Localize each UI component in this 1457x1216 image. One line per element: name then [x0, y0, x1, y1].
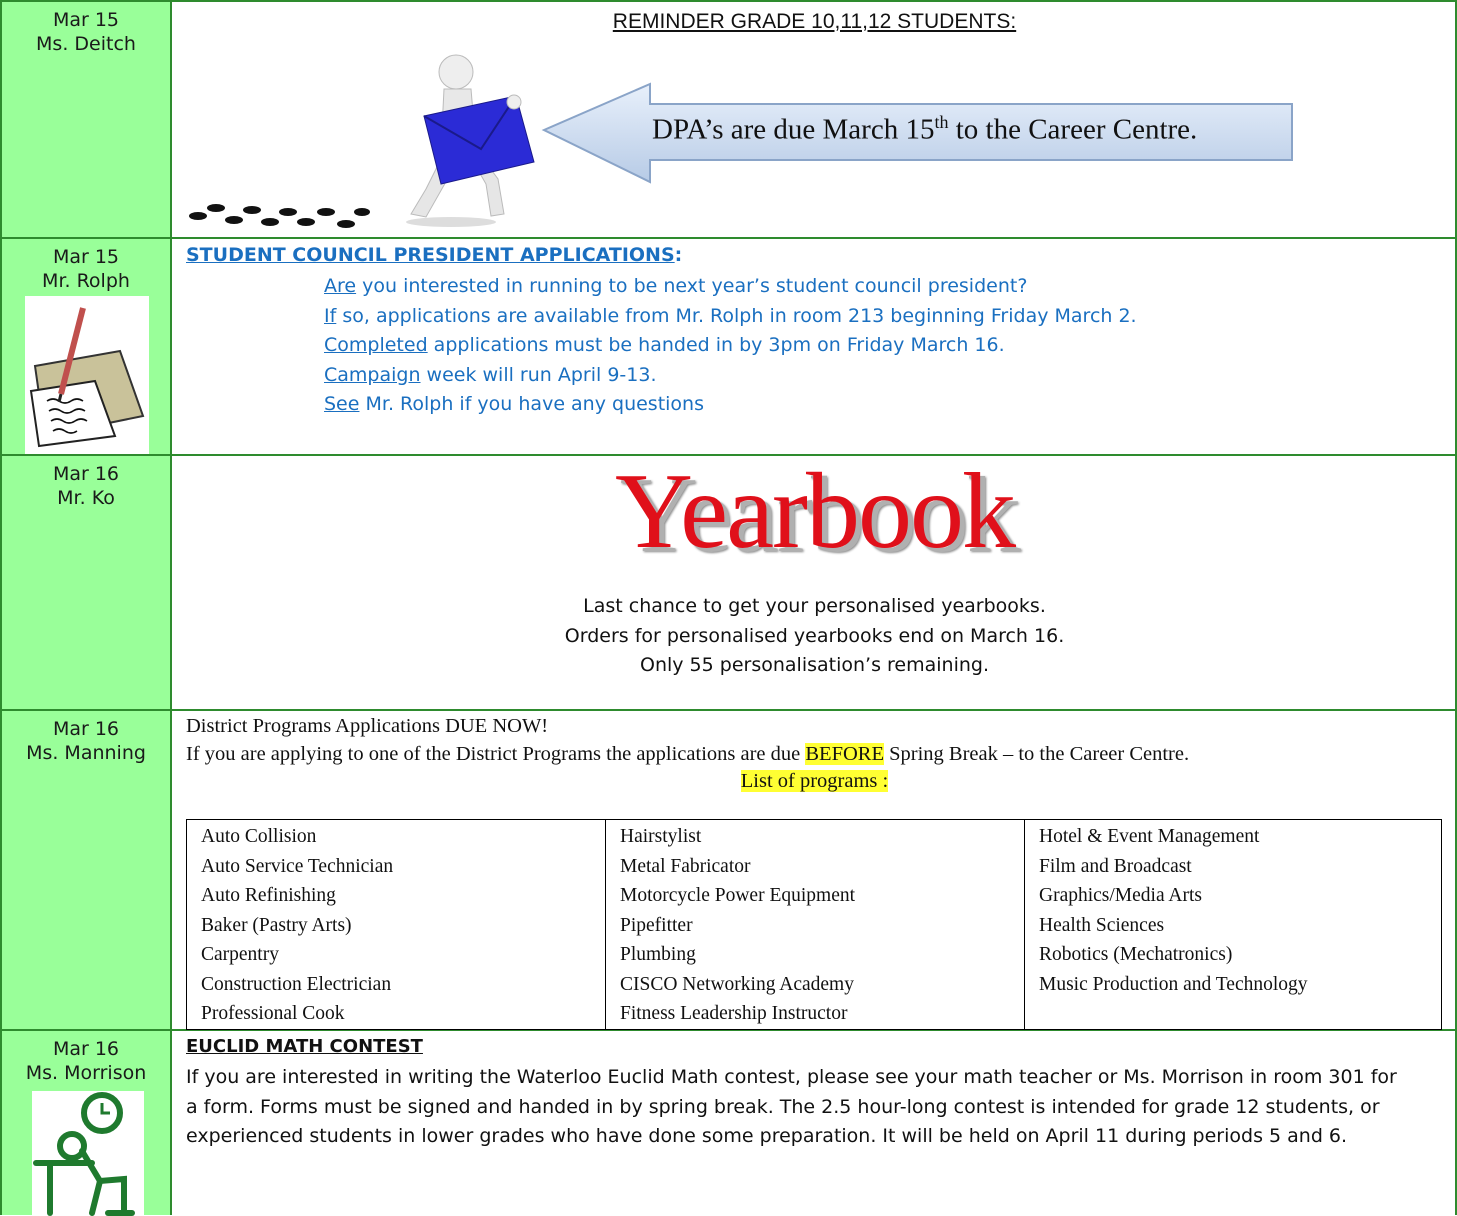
program-item: Plumbing [620, 944, 696, 965]
date: Mar 15 [52, 9, 120, 31]
program-item: Auto Collision [201, 826, 317, 847]
writing-paper-icon [25, 296, 149, 454]
program-item: Pipefitter [620, 914, 693, 936]
program-item: Robotics (Mechatronics) [1039, 944, 1233, 965]
content-cell: REMINDER GRADE 10,11,12 STUDENTS: DPA’s … [174, 2, 1455, 237]
list-of-programs-label: List of programs : [740, 770, 889, 792]
program-item: Carpentry [201, 944, 279, 965]
content-cell: STUDENT COUNCIL PRESIDENT APPLICATIONS: … [174, 239, 1455, 454]
yearbook-wordart: Yearbook [614, 452, 1016, 571]
date: Mar 16 [52, 1038, 120, 1060]
program-item: Fitness Leadership Instructor [620, 1003, 848, 1024]
content-cell: Yearbook Last chance to get your persona… [174, 452, 1455, 709]
content-cell: EUCLID MATH CONTEST If you are intereste… [174, 1031, 1455, 1215]
district-programs-title: District Programs Applications DUE NOW! [186, 715, 549, 737]
running-figure-envelope-icon [406, 54, 535, 227]
date-cell: Mar 15 Ms. Deitch [2, 2, 172, 237]
program-item: Metal Fabricator [620, 855, 751, 877]
date-cell: Mar 15 Mr. Rolph [2, 239, 172, 454]
program-item: Construction Electrician [201, 973, 392, 995]
date: Mar 15 [52, 246, 120, 268]
program-item: Film and Broadcast [1039, 855, 1192, 877]
announcement-row-1: Mar 15 Ms. Deitch REMINDER GRADE 10,11,1… [0, 0, 1457, 239]
footprints-icon [189, 204, 370, 228]
list-label-row: List of programs : [174, 770, 1455, 793]
teacher: Ms. Manning [26, 742, 146, 764]
date-cell: Mar 16 Ms. Manning [2, 711, 172, 1029]
yearbook-line: Only 55 personalisation’s remaining. [640, 654, 989, 676]
reminder-heading: REMINDER GRADE 10,11,12 STUDENTS: [612, 10, 1017, 33]
programs-column: Auto Collision Auto Service Technician A… [186, 819, 606, 1030]
program-item: Hotel & Event Management [1039, 826, 1260, 847]
euclid-line: a form. Forms must be signed and handed … [186, 1095, 1380, 1118]
euclid-line: If you are interested in writing the Wat… [186, 1066, 1397, 1088]
council-line: Are you interested in running to be next… [324, 275, 1028, 297]
announcement-row-3: Mar 16 Mr. Ko Yearbook Last chance to ge… [0, 452, 1457, 711]
council-line: See Mr. Rolph if you have any questions [324, 393, 704, 415]
council-line: If so, applications are available from M… [324, 304, 1137, 327]
dpa-callout-text: DPA’s are due March 15th to the Career C… [652, 112, 1198, 146]
date: Mar 16 [52, 463, 120, 485]
date-cell: Mar 16 Mr. Ko [2, 456, 172, 709]
announcement-row-2: Mar 15 Mr. Rolph STUDENT COUNCIL PRESIDE… [0, 239, 1457, 456]
programs-table: Auto Collision Auto Service Technician A… [186, 819, 1442, 1030]
program-item: Auto Refinishing [201, 885, 336, 906]
yearbook-lines: Last chance to get your personalised yea… [174, 592, 1455, 681]
teacher: Ms. Morrison [25, 1062, 147, 1084]
program-item: Music Production and Technology [1039, 973, 1308, 995]
teacher: Ms. Deitch [36, 33, 136, 55]
announcement-row-4: Mar 16 Ms. Manning District Programs App… [0, 711, 1457, 1031]
program-item: Hairstylist [620, 826, 702, 847]
district-programs-note: If you are applying to one of the Distri… [186, 743, 1190, 765]
council-heading: STUDENT COUNCIL PRESIDENT APPLICATIONS: [186, 244, 683, 266]
program-item: Graphics/Media Arts [1039, 885, 1203, 906]
council-line: Campaign week will run April 9-13. [324, 363, 657, 386]
program-item: Health Sciences [1039, 914, 1165, 936]
program-item: Professional Cook [201, 1003, 345, 1024]
euclid-line: experienced students in lower grades who… [186, 1125, 1348, 1147]
teacher: Mr. Ko [57, 487, 115, 509]
yearbook-line: Last chance to get your personalised yea… [583, 595, 1046, 617]
program-item: CISCO Networking Academy [620, 973, 854, 995]
before-highlight: BEFORE [805, 743, 884, 765]
date: Mar 16 [52, 718, 120, 740]
council-line: Completed applications must be handed in… [324, 334, 1005, 356]
program-item: Motorcycle Power Equipment [620, 885, 856, 906]
program-item: Baker (Pastry Arts) [201, 914, 352, 936]
content-cell: District Programs Applications DUE NOW! … [174, 711, 1455, 1030]
program-item: Auto Service Technician [201, 855, 394, 877]
date-cell: Mar 16 Ms. Morrison [2, 1031, 172, 1216]
teacher: Mr. Rolph [42, 270, 130, 292]
announcement-row-5: Mar 16 Ms. Morrison EUCLID MATH CONTEST … [0, 1031, 1457, 1216]
yearbook-line: Orders for personalised yearbooks end on… [564, 624, 1065, 647]
euclid-body: If you are interested in writing the Wat… [186, 1063, 1397, 1152]
programs-column: Hairstylist Metal Fabricator Motorcycle … [605, 819, 1025, 1030]
student-desk-clock-icon [32, 1091, 144, 1216]
programs-column: Hotel & Event Management Film and Broadc… [1024, 819, 1442, 1030]
euclid-heading: EUCLID MATH CONTEST [186, 1036, 423, 1057]
council-lines: Are you interested in running to be next… [324, 272, 1137, 420]
